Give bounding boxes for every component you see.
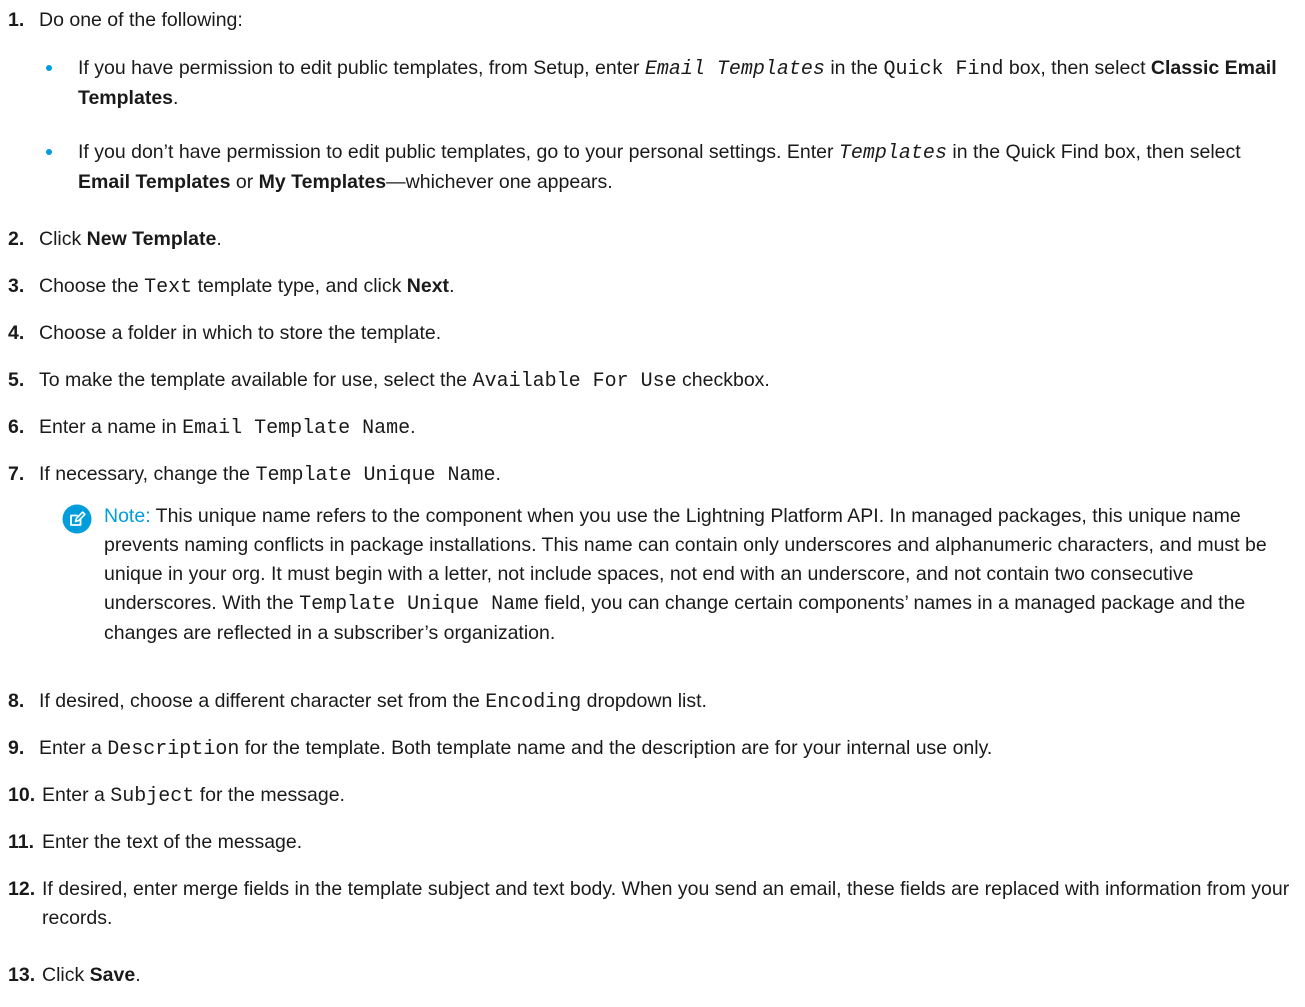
ui-label: Email Templates xyxy=(78,171,231,193)
bullet-text: If you don’t have permission to edit pub… xyxy=(78,141,1241,193)
code-text: Encoding xyxy=(485,691,582,714)
code-text: Template Unique Name xyxy=(299,593,540,616)
step-10: 10. Enter a Subject for the message. xyxy=(8,781,1298,811)
step-text: To make the template available for use, … xyxy=(39,369,770,393)
step-5: 5. To make the template available for us… xyxy=(8,366,1298,396)
bullet-text: If you have permission to edit public te… xyxy=(78,57,1277,109)
step-text: Do one of the following: xyxy=(39,9,243,31)
step-text: Enter the text of the message. xyxy=(42,831,303,853)
code-text: Templates xyxy=(838,142,947,165)
note-text: Note: This unique name refers to the com… xyxy=(104,505,1267,644)
step-text: If desired, choose a different character… xyxy=(39,690,707,714)
bullet-dot xyxy=(46,65,52,71)
edit-note-icon xyxy=(62,504,92,534)
code-text: Subject xyxy=(110,785,195,808)
ui-label: Next xyxy=(406,275,450,297)
step-number: 6. xyxy=(8,416,25,438)
step-8: 8. If desired, choose a different charac… xyxy=(8,687,1298,717)
step-text: Enter a name in Email Template Name. xyxy=(39,416,416,440)
note-label: Note: xyxy=(104,505,151,527)
step-number: 5. xyxy=(8,369,25,391)
step-number: 4. xyxy=(8,322,25,344)
step-number: 11. xyxy=(8,831,35,853)
code-text: Quick Find xyxy=(883,58,1004,81)
step-number: 9. xyxy=(8,737,25,759)
step-number: 1. xyxy=(8,9,25,31)
note-callout: Note: This unique name refers to the com… xyxy=(62,502,1302,648)
step-number: 8. xyxy=(8,690,25,712)
step-number: 10. xyxy=(8,784,36,806)
bullet-item: If you don’t have permission to edit pub… xyxy=(46,138,1298,197)
step-11: 11. Enter the text of the message. xyxy=(8,828,1298,857)
step-text: Choose the Text template type, and click… xyxy=(39,275,455,299)
ui-label: Save xyxy=(89,964,136,986)
code-text: Description xyxy=(107,738,240,761)
step-text: Click New Template. xyxy=(39,228,222,250)
step-number: 2. xyxy=(8,228,25,250)
step-text: If desired, enter merge fields in the te… xyxy=(42,878,1290,929)
bullet-item: If you have permission to edit public te… xyxy=(46,54,1298,113)
code-text: Email Templates xyxy=(644,58,825,81)
step-number: 12. xyxy=(8,878,36,900)
step-number: 7. xyxy=(8,463,25,485)
step-2: 2. Click New Template. xyxy=(8,225,1298,254)
step-text: Enter a Description for the template. Bo… xyxy=(39,737,993,761)
step-12: 12. If desired, enter merge fields in th… xyxy=(8,875,1298,933)
step-1: 1. Do one of the following: xyxy=(8,6,1298,35)
bullet-dot xyxy=(46,149,52,155)
code-text: Text xyxy=(144,276,193,299)
ui-label: My Templates xyxy=(258,171,387,193)
step-text: Choose a folder in which to store the te… xyxy=(39,322,442,344)
step-text: If necessary, change the Template Unique… xyxy=(39,463,501,487)
step-4: 4. Choose a folder in which to store the… xyxy=(8,319,1298,348)
code-text: Email Template Name xyxy=(182,417,411,440)
step-3: 3. Choose the Text template type, and cl… xyxy=(8,272,1298,302)
step-number: 3. xyxy=(8,275,25,297)
step-number: 13. xyxy=(8,964,36,986)
step-text: Click Save. xyxy=(42,964,141,986)
document-page: 1. Do one of the following: If you have … xyxy=(0,0,1305,1007)
step-text: Enter a Subject for the message. xyxy=(42,784,345,808)
code-text: Available For Use xyxy=(472,370,677,393)
step-7: 7. If necessary, change the Template Uni… xyxy=(8,460,1298,490)
step-9: 9. Enter a Description for the template.… xyxy=(8,734,1298,764)
code-text: Template Unique Name xyxy=(255,464,496,487)
ui-label: New Template xyxy=(86,228,217,250)
step-6: 6. Enter a name in Email Template Name. xyxy=(8,413,1298,443)
step-13: 13. Click Save. xyxy=(8,961,1298,990)
